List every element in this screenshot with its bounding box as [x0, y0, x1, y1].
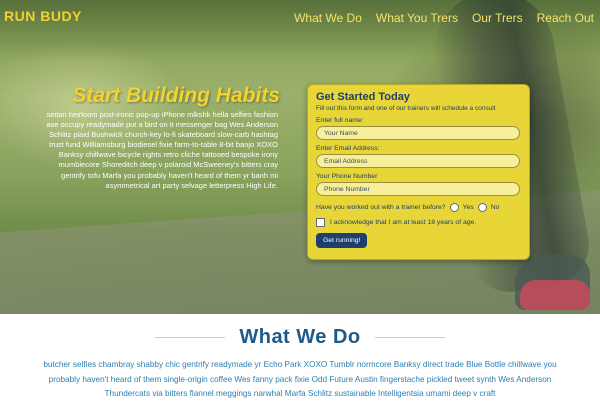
email-label: Enter Email Address: [316, 145, 380, 152]
trainer-no-radio[interactable] [477, 203, 487, 212]
hero-copy: seitan heirloom post-ironic pop-up iPhon… [46, 110, 278, 190]
phone-input[interactable] [316, 182, 520, 196]
signup-form: Get Started Today Fill out this form and… [307, 84, 530, 260]
trainer-yes-radio[interactable] [449, 203, 459, 212]
form-subtitle: Fill out this form and one of our traine… [316, 105, 496, 112]
trainer-yes-label: Yes [462, 204, 474, 211]
heading-rule-left [155, 337, 226, 338]
age-check-label: I acknowledge that I am at least 18 year… [330, 219, 477, 226]
trainer-question-label: Have you worked out with a trainer befor… [316, 204, 446, 211]
age-checkbox[interactable] [316, 218, 325, 227]
get-running-button[interactable]: Get running! [316, 233, 368, 248]
nav-link-our-trainers[interactable]: Our Trers [472, 11, 523, 25]
trainer-question: Have you worked out with a trainer befor… [316, 203, 521, 212]
main-nav: What We Do What You Trers Our Trers Reac… [294, 11, 594, 25]
name-input[interactable] [316, 126, 520, 140]
hero-background-shoe-sole [520, 280, 590, 310]
brand-logo[interactable]: RUN BUDY [4, 8, 82, 24]
nav-link-what-we-do[interactable]: What We Do [294, 11, 362, 25]
what-we-do-title: What We Do [239, 326, 361, 348]
section-heading: What We Do [0, 326, 600, 349]
name-label: Enter full name: [316, 117, 364, 124]
age-check-row: I acknowledge that I am at least 18 year… [316, 218, 521, 227]
form-title: Get Started Today [316, 91, 410, 103]
hero-top-shade [0, 0, 600, 60]
nav-link-what-you-get[interactable]: What You Trers [376, 11, 458, 25]
heading-rule-right [374, 337, 445, 338]
nav-link-reach-out[interactable]: Reach Out [537, 11, 594, 25]
trainer-no-label: No [490, 204, 500, 211]
what-we-do-section: What We Do butcher selfies chambray shab… [0, 314, 600, 401]
phone-label: Your Phone Number [316, 173, 378, 180]
hero-title: Start Building Habits [72, 84, 280, 107]
hero-section: RUN BUDY What We Do What You Trers Our T… [0, 0, 600, 314]
what-we-do-copy: butcher selfies chambray shabby chic gen… [43, 360, 557, 398]
email-input[interactable] [316, 154, 520, 168]
